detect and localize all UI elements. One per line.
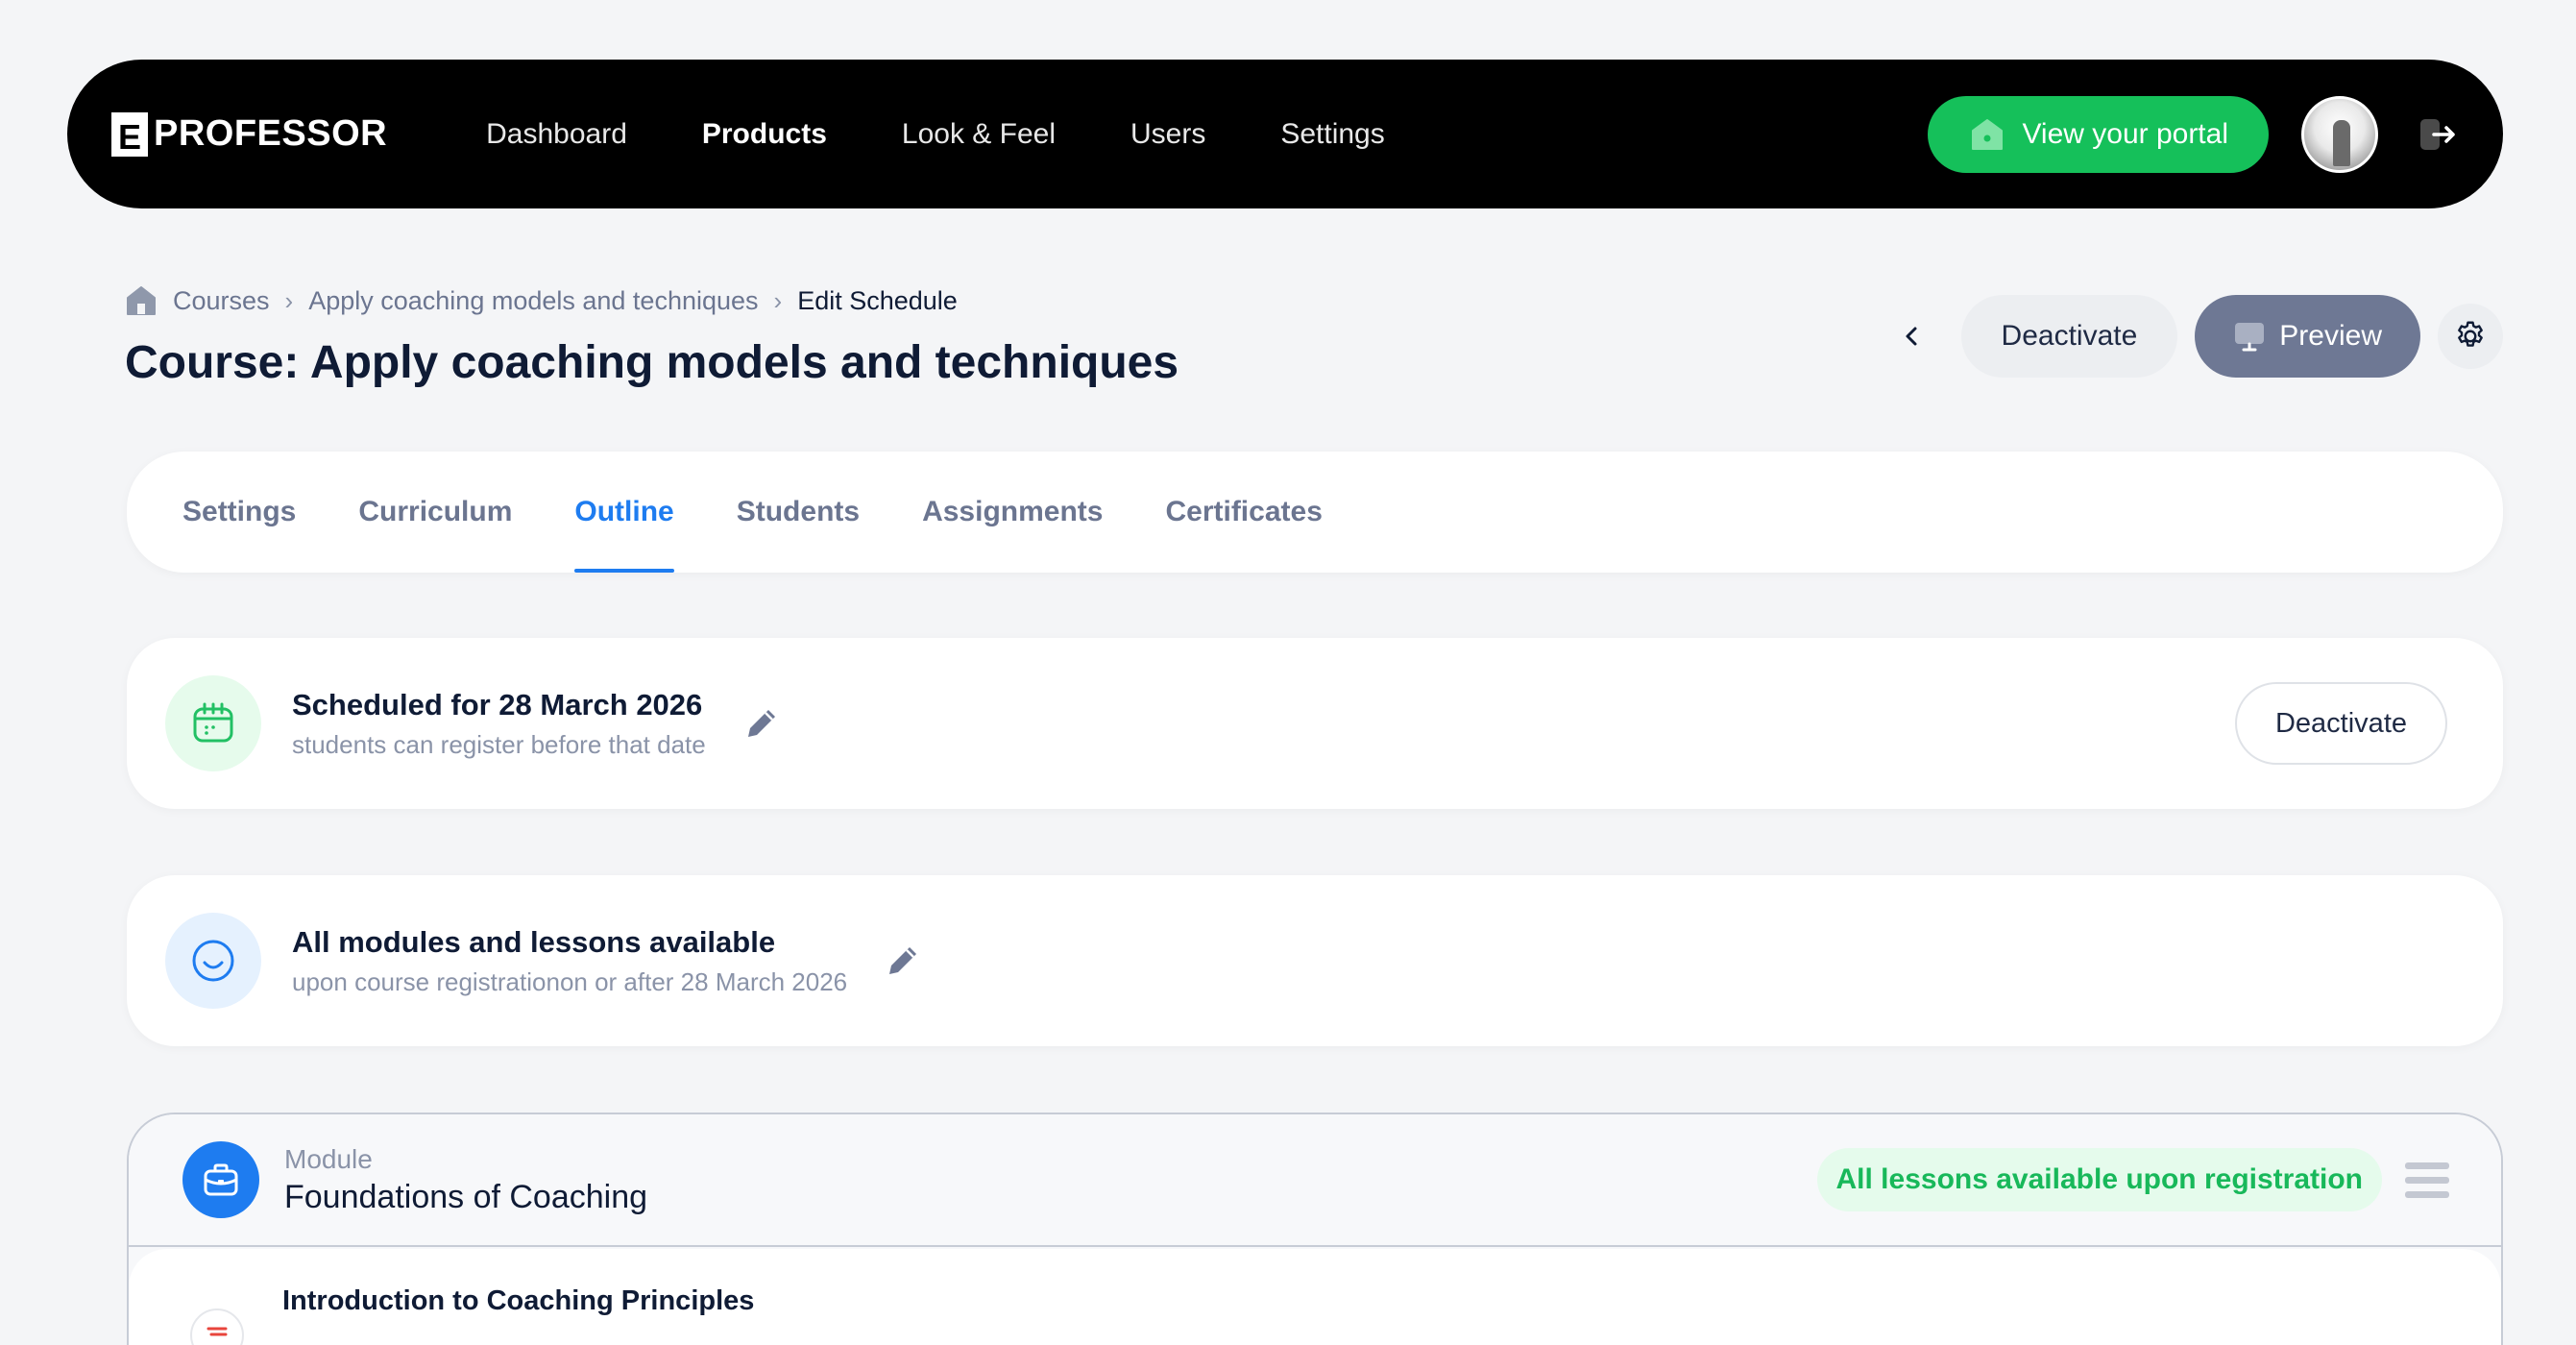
nav-right: View your portal	[1928, 95, 2459, 173]
availability-card: All modules and lessons available upon c…	[127, 875, 2503, 1046]
top-navigation-bar: E PROFESSOR Dashboard Products Look & Fe…	[67, 60, 2503, 208]
lesson-title: Introduction to Coaching Principles	[282, 1284, 755, 1316]
tab-settings[interactable]: Settings	[182, 452, 296, 573]
calendar-icon	[165, 675, 261, 771]
header-actions: Deactivate Preview	[1881, 295, 2503, 378]
tab-outline[interactable]: Outline	[574, 452, 675, 573]
chevron-right-icon: ›	[773, 285, 783, 315]
breadcrumb-courses[interactable]: Courses	[173, 286, 270, 316]
logo-text: PROFESSOR	[154, 113, 388, 154]
breadcrumb: Courses › Apply coaching models and tech…	[125, 284, 958, 317]
breadcrumb-course[interactable]: Apply coaching models and techniques	[308, 286, 758, 316]
tab-certificates[interactable]: Certificates	[1165, 452, 1322, 573]
monitor-icon	[2235, 323, 2265, 352]
chevron-right-icon: ›	[284, 285, 294, 315]
module-text: Module Foundations of Coaching	[284, 1144, 647, 1216]
back-button[interactable]	[1881, 305, 1944, 368]
schedule-subtitle: students can register before that date	[292, 729, 706, 759]
module-title: Foundations of Coaching	[284, 1178, 648, 1215]
availability-title: All modules and lessons available	[292, 924, 776, 959]
nav-item-users[interactable]: Users	[1093, 118, 1243, 151]
nav-item-products[interactable]: Products	[665, 118, 864, 151]
edit-pencil-icon[interactable]	[882, 940, 924, 982]
settings-gear-button[interactable]	[2438, 304, 2503, 369]
schedule-text: Scheduled for 28 March 2026 students can…	[292, 688, 706, 760]
page-title: Course: Apply coaching models and techni…	[125, 337, 1179, 388]
user-avatar[interactable]	[2301, 95, 2378, 173]
view-portal-label: View your portal	[2022, 117, 2228, 150]
schedule-title: Scheduled for 28 March 2026	[292, 687, 703, 721]
availability-badge: All lessons available upon registration	[1816, 1148, 2382, 1211]
home-icon	[1970, 117, 2005, 152]
schedule-deactivate-button[interactable]: Deactivate	[2234, 682, 2447, 765]
nav-item-dashboard[interactable]: Dashboard	[449, 118, 665, 151]
tab-curriculum[interactable]: Curriculum	[358, 452, 512, 573]
breadcrumb-current: Edit Schedule	[797, 285, 958, 315]
lesson-icon	[190, 1308, 244, 1345]
gear-icon	[2458, 321, 2483, 347]
chevron-left-icon	[1906, 327, 1917, 346]
drag-handle-icon[interactable]	[2405, 1162, 2449, 1198]
course-tabs: Settings Curriculum Outline Students Ass…	[127, 452, 2503, 573]
brand-logo[interactable]: E PROFESSOR	[111, 111, 388, 157]
module-label: Module	[284, 1143, 373, 1174]
nav-item-look-and-feel[interactable]: Look & Feel	[864, 118, 1093, 151]
deactivate-button[interactable]: Deactivate	[1960, 295, 2178, 378]
preview-label: Preview	[2279, 320, 2382, 352]
nav-item-settings[interactable]: Settings	[1243, 118, 1422, 151]
logo-mark: E	[111, 111, 148, 157]
briefcase-icon	[182, 1141, 259, 1218]
lesson-row[interactable]: Introduction to Coaching Principles	[129, 1249, 2501, 1345]
view-portal-button[interactable]: View your portal	[1928, 95, 2269, 173]
module-card: Module Foundations of Coaching All lesso…	[127, 1113, 2503, 1345]
availability-subtitle: upon course registrationon or after 28 M…	[292, 966, 848, 996]
smile-icon	[165, 913, 261, 1009]
availability-text: All modules and lessons available upon c…	[292, 925, 847, 997]
module-header[interactable]: Module Foundations of Coaching All lesso…	[129, 1114, 2501, 1247]
logout-icon[interactable]	[2417, 113, 2459, 156]
main-nav: Dashboard Products Look & Feel Users Set…	[449, 118, 1422, 151]
tab-assignments[interactable]: Assignments	[922, 452, 1103, 573]
edit-pencil-icon[interactable]	[741, 702, 783, 745]
schedule-card: Scheduled for 28 March 2026 students can…	[127, 638, 2503, 809]
home-icon[interactable]	[125, 284, 158, 317]
preview-button[interactable]: Preview	[2195, 295, 2420, 378]
tab-students[interactable]: Students	[737, 452, 860, 573]
